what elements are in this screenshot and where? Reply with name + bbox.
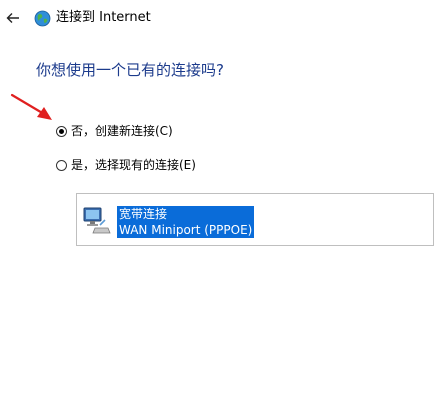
radio-label-use-existing: 是，选择现有的连接(E) [71, 158, 196, 172]
back-arrow-icon [6, 13, 19, 23]
network-connection-icon [83, 207, 111, 234]
page-question: 你想使用一个已有的连接吗? [36, 61, 224, 79]
connection-item[interactable]: 宽带连接 WAN Miniport (PPPOE) [81, 206, 255, 244]
back-button[interactable] [4, 9, 22, 27]
radio-label-create-new: 否，创建新连接(C) [71, 124, 173, 138]
watermark: 自由互联 [369, 400, 434, 418]
radio-button-unselected[interactable] [56, 159, 67, 171]
radio-option-create-new[interactable]: 否，创建新连接(C) [56, 122, 173, 140]
radio-button-selected[interactable] [56, 125, 67, 137]
globe-network-icon [34, 10, 51, 27]
title-bar: 连接到 Internet [0, 0, 434, 36]
radio-option-use-existing[interactable]: 是，选择现有的连接(E) [56, 156, 196, 174]
connection-name: 宽带连接 [119, 207, 168, 221]
window-title: 连接到 Internet [56, 10, 151, 25]
connection-device: WAN Miniport (PPPOE) [119, 223, 253, 237]
connection-list[interactable]: 宽带连接 WAN Miniport (PPPOE) 自由互联 [76, 193, 434, 418]
connection-text: 宽带连接 WAN Miniport (PPPOE) [117, 206, 255, 238]
